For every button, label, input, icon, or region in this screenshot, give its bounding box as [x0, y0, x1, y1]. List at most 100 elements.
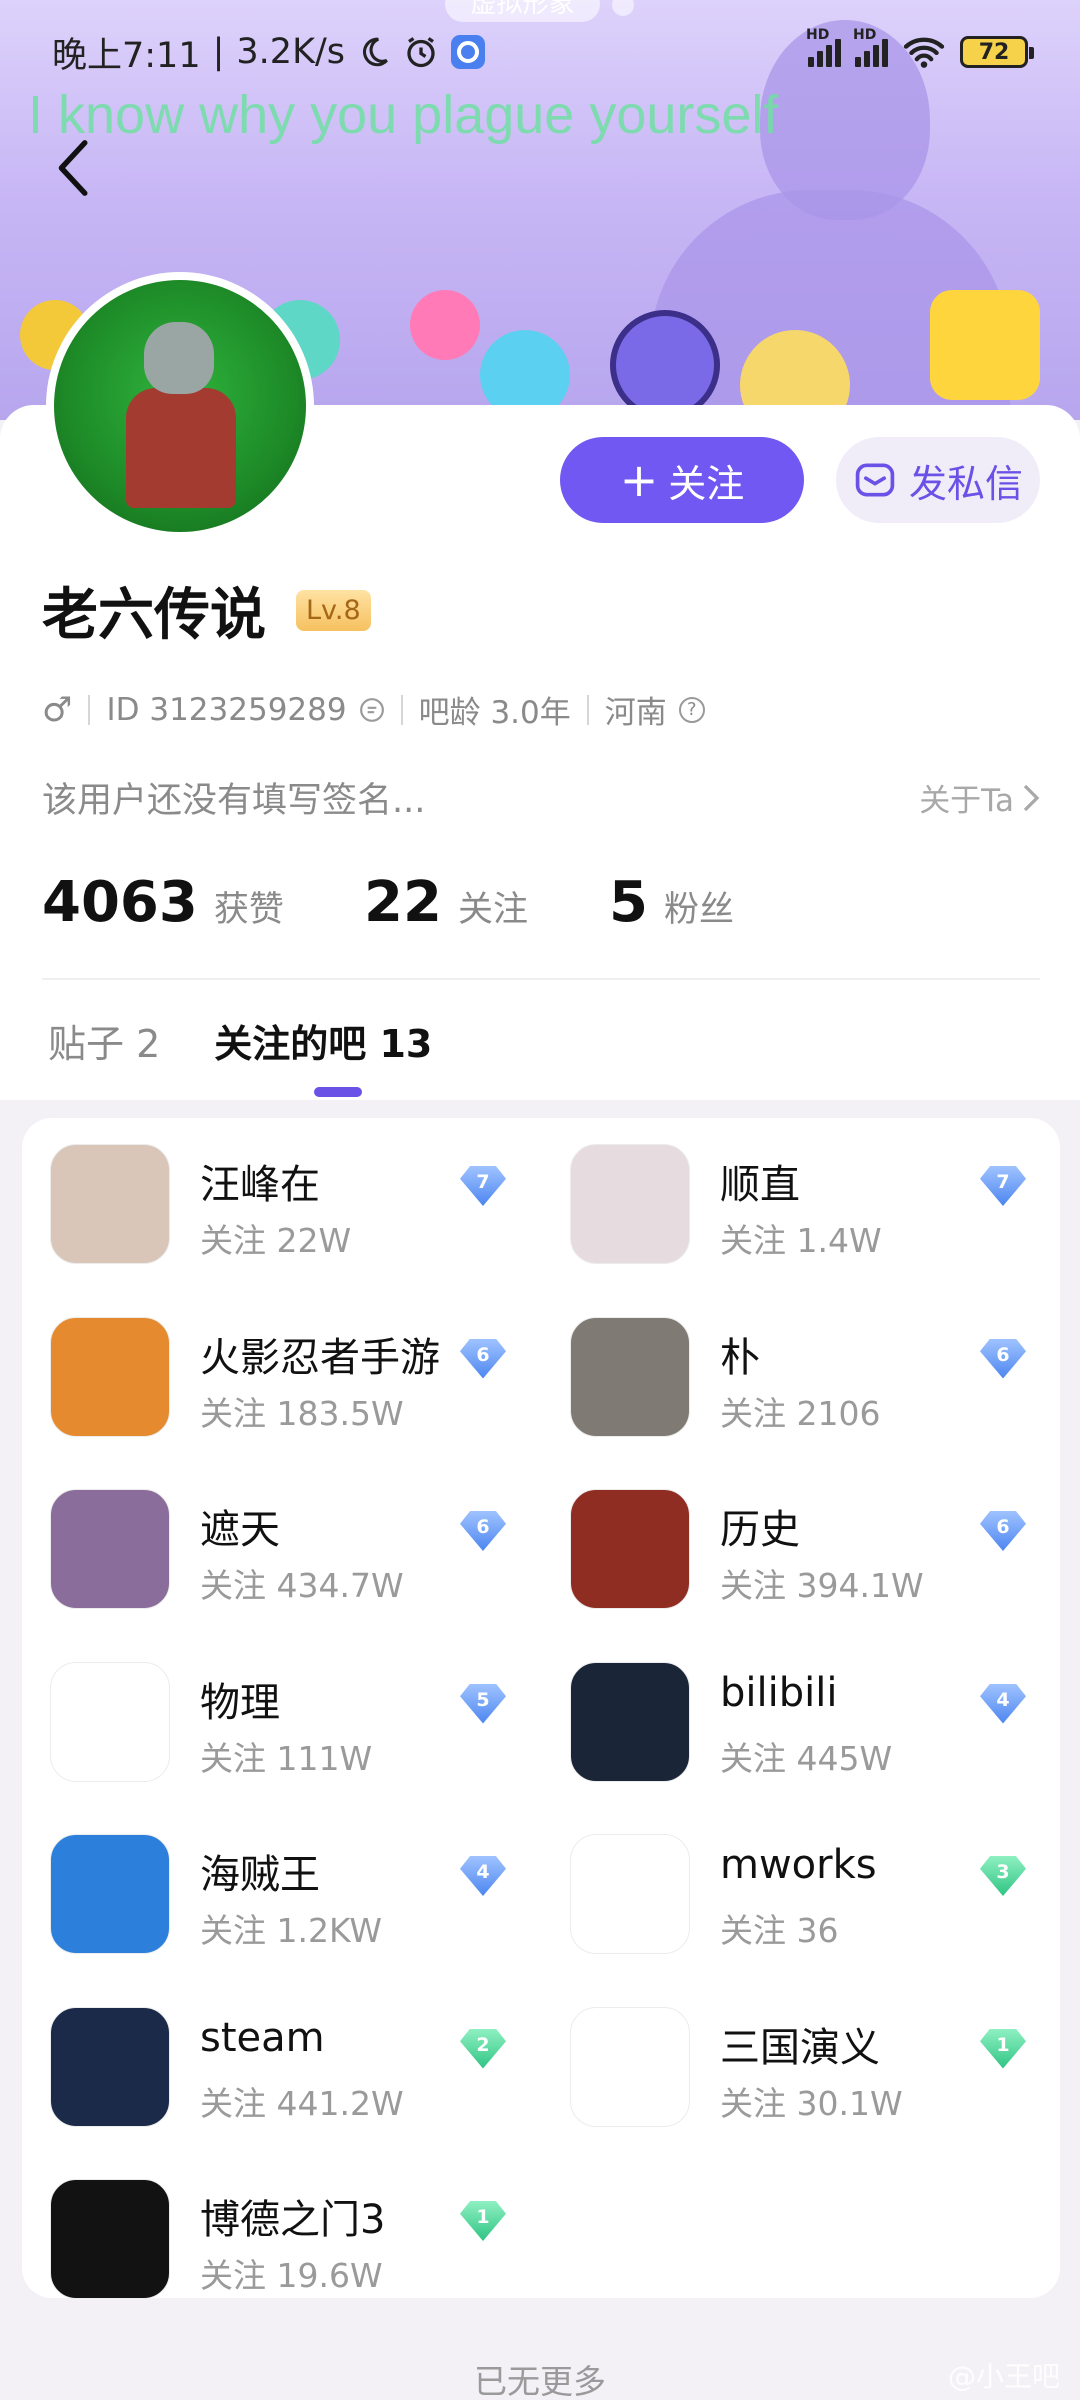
user-name: 老六传说: [42, 583, 266, 648]
watermark: @小王吧: [948, 2355, 1060, 2395]
bar-item[interactable]: 物理 关注 111W 5: [50, 1661, 530, 1788]
level-gem-icon: 6: [980, 1338, 1026, 1379]
bar-item[interactable]: 博德之门3 关注 19.6W 1: [50, 2179, 530, 2305]
help-icon[interactable]: ?: [678, 696, 705, 723]
bar-name: 海贼王: [200, 1852, 320, 1898]
bar-item[interactable]: 海贼王 关注 1.2KW 4: [50, 1834, 530, 1960]
bar-follow-count: 关注 36: [720, 1911, 839, 1950]
level-gem-icon: 1: [460, 2201, 506, 2241]
wifi-icon: [903, 37, 945, 68]
tab-posts[interactable]: 贴子 2: [48, 1013, 160, 1068]
back-button[interactable]: [44, 128, 104, 208]
battery-icon: 72: [960, 36, 1034, 68]
stats-row: 4063 获赞 22 关注 5 粉丝: [42, 870, 734, 935]
level-gem-icon: 7: [980, 1166, 1026, 1206]
bar-name: 火影忍者手游: [200, 1334, 440, 1381]
plus-icon: +: [619, 453, 659, 507]
divider: [400, 694, 403, 725]
avatar-image: [54, 280, 306, 532]
meta-row: ♂ ID 3123259289 吧龄 3.0年 河南 ?: [42, 687, 705, 732]
lyric-overlay: I know why you plague yourself: [28, 85, 779, 145]
bar-item[interactable]: 三国演义 关注 30.1W 1: [570, 2006, 1050, 2133]
no-more-text: 已无更多: [474, 2362, 606, 2400]
gender-icon: ♂: [42, 689, 73, 730]
bar-item[interactable]: 顺直关注 1.4W 7: [570, 1144, 1050, 1270]
section-divider: [42, 978, 1040, 980]
bar-age: 吧龄 3.0年: [418, 695, 571, 731]
bar-item[interactable]: 朴关注 2106 6: [570, 1316, 1050, 1443]
status-speed: 3.2K/s: [236, 32, 346, 72]
message-label: 发私信: [908, 461, 1023, 506]
level-gem-icon: 4: [460, 1856, 506, 1896]
stat-fans[interactable]: 5 粉丝: [609, 870, 734, 935]
status-left: 晚上7:11 | 3.2K/s: [52, 27, 486, 78]
bar-logo: [570, 1144, 690, 1264]
bar-logo: [50, 1316, 170, 1437]
level-gem-icon: 7: [460, 1166, 506, 1206]
bar-logo: [50, 1834, 170, 1954]
message-icon: [855, 463, 895, 497]
name-row: 老六传说 Lv.8: [42, 570, 371, 651]
about-label: 关于Ta: [919, 783, 1014, 819]
bar-name: 博德之门3: [200, 2197, 386, 2243]
moon-icon: [363, 37, 388, 67]
bar-logo: [570, 1661, 690, 1782]
follow-label: 关注: [668, 461, 745, 506]
user-id: ID 3123259289: [106, 691, 347, 728]
level-gem-icon: 4: [980, 1683, 1026, 1724]
level-gem-icon: 6: [980, 1511, 1026, 1551]
stat-likes[interactable]: 4063 获赞: [42, 870, 364, 935]
bar-logo: [50, 1661, 170, 1782]
bar-item[interactable]: 汪峰在 关注 22W 7: [50, 1144, 530, 1270]
watermark-text: @小王吧: [947, 2360, 1060, 2393]
stat-following[interactable]: 22 关注: [364, 870, 609, 935]
signature-row: 该用户还没有填写签名... 关于Ta: [42, 772, 1040, 823]
bar-name: 朴: [720, 1334, 760, 1381]
bar-follow-count: 关注 2106: [720, 1393, 881, 1433]
message-button[interactable]: 发私信: [836, 437, 1040, 523]
divider: [586, 694, 589, 725]
virtual-avatar-tag[interactable]: 虚拟形象: [445, 0, 600, 22]
following-label: 关注: [457, 890, 528, 930]
bar-logo: [50, 2179, 170, 2299]
bar-item[interactable]: 历史 关注 394.1W 6: [570, 1489, 1050, 1615]
bar-follow-count: 关注 22W: [200, 1221, 352, 1260]
bar-logo: [50, 2006, 170, 2127]
bar-item[interactable]: bilibili 关注 445W 4: [570, 1661, 1050, 1788]
battery-level: 72: [978, 39, 1010, 65]
bar-item[interactable]: 火影忍者手游 关注 183.5W 6: [50, 1316, 530, 1443]
about-link[interactable]: 关于Ta: [919, 775, 1040, 820]
hd-label-1: HD: [806, 27, 830, 43]
bar-logo: [50, 1144, 170, 1264]
bar-name: 顺直: [720, 1162, 800, 1208]
likes-count: 4063: [42, 870, 198, 935]
level-gem-icon: 6: [460, 1511, 506, 1551]
bar-item[interactable]: 遮天 关注 434.7W 6: [50, 1489, 530, 1615]
chevron-left-icon: [58, 140, 88, 196]
level-gem-icon: 2: [460, 2028, 506, 2069]
avatar[interactable]: [46, 272, 314, 540]
level-gem-icon: 6: [460, 1338, 506, 1379]
bar-follow-count: 关注 111W: [200, 1738, 373, 1778]
divider: [88, 694, 91, 725]
decoration-shape: [410, 290, 480, 360]
signal-1-icon: HD: [806, 27, 841, 67]
level-gem-icon: 1: [980, 2028, 1026, 2069]
bar-follow-count: 关注 1.4W: [720, 1221, 882, 1260]
bar-item[interactable]: steam 关注 441.2W 2: [50, 2006, 530, 2133]
fans-count: 5: [609, 870, 648, 935]
decoration-shape: [930, 290, 1040, 400]
status-time: 晚上7:11: [52, 35, 201, 76]
bar-name: mworks: [720, 1842, 877, 1888]
copy-icon[interactable]: [359, 697, 385, 723]
tab-followed-bars[interactable]: 关注的吧 13: [214, 1013, 432, 1097]
avatar-figure-head: [144, 322, 214, 394]
bar-logo: [570, 1316, 690, 1437]
tag-dot: [612, 0, 634, 16]
bar-follow-count: 关注 445W: [720, 1738, 893, 1778]
following-count: 22: [364, 870, 442, 935]
follow-button[interactable]: + 关注: [560, 437, 804, 523]
bar-follow-count: 关注 19.6W: [200, 2256, 383, 2295]
level-gem-icon: 3: [980, 1856, 1026, 1896]
bar-item[interactable]: mworks 关注 36 3: [570, 1834, 1050, 1960]
